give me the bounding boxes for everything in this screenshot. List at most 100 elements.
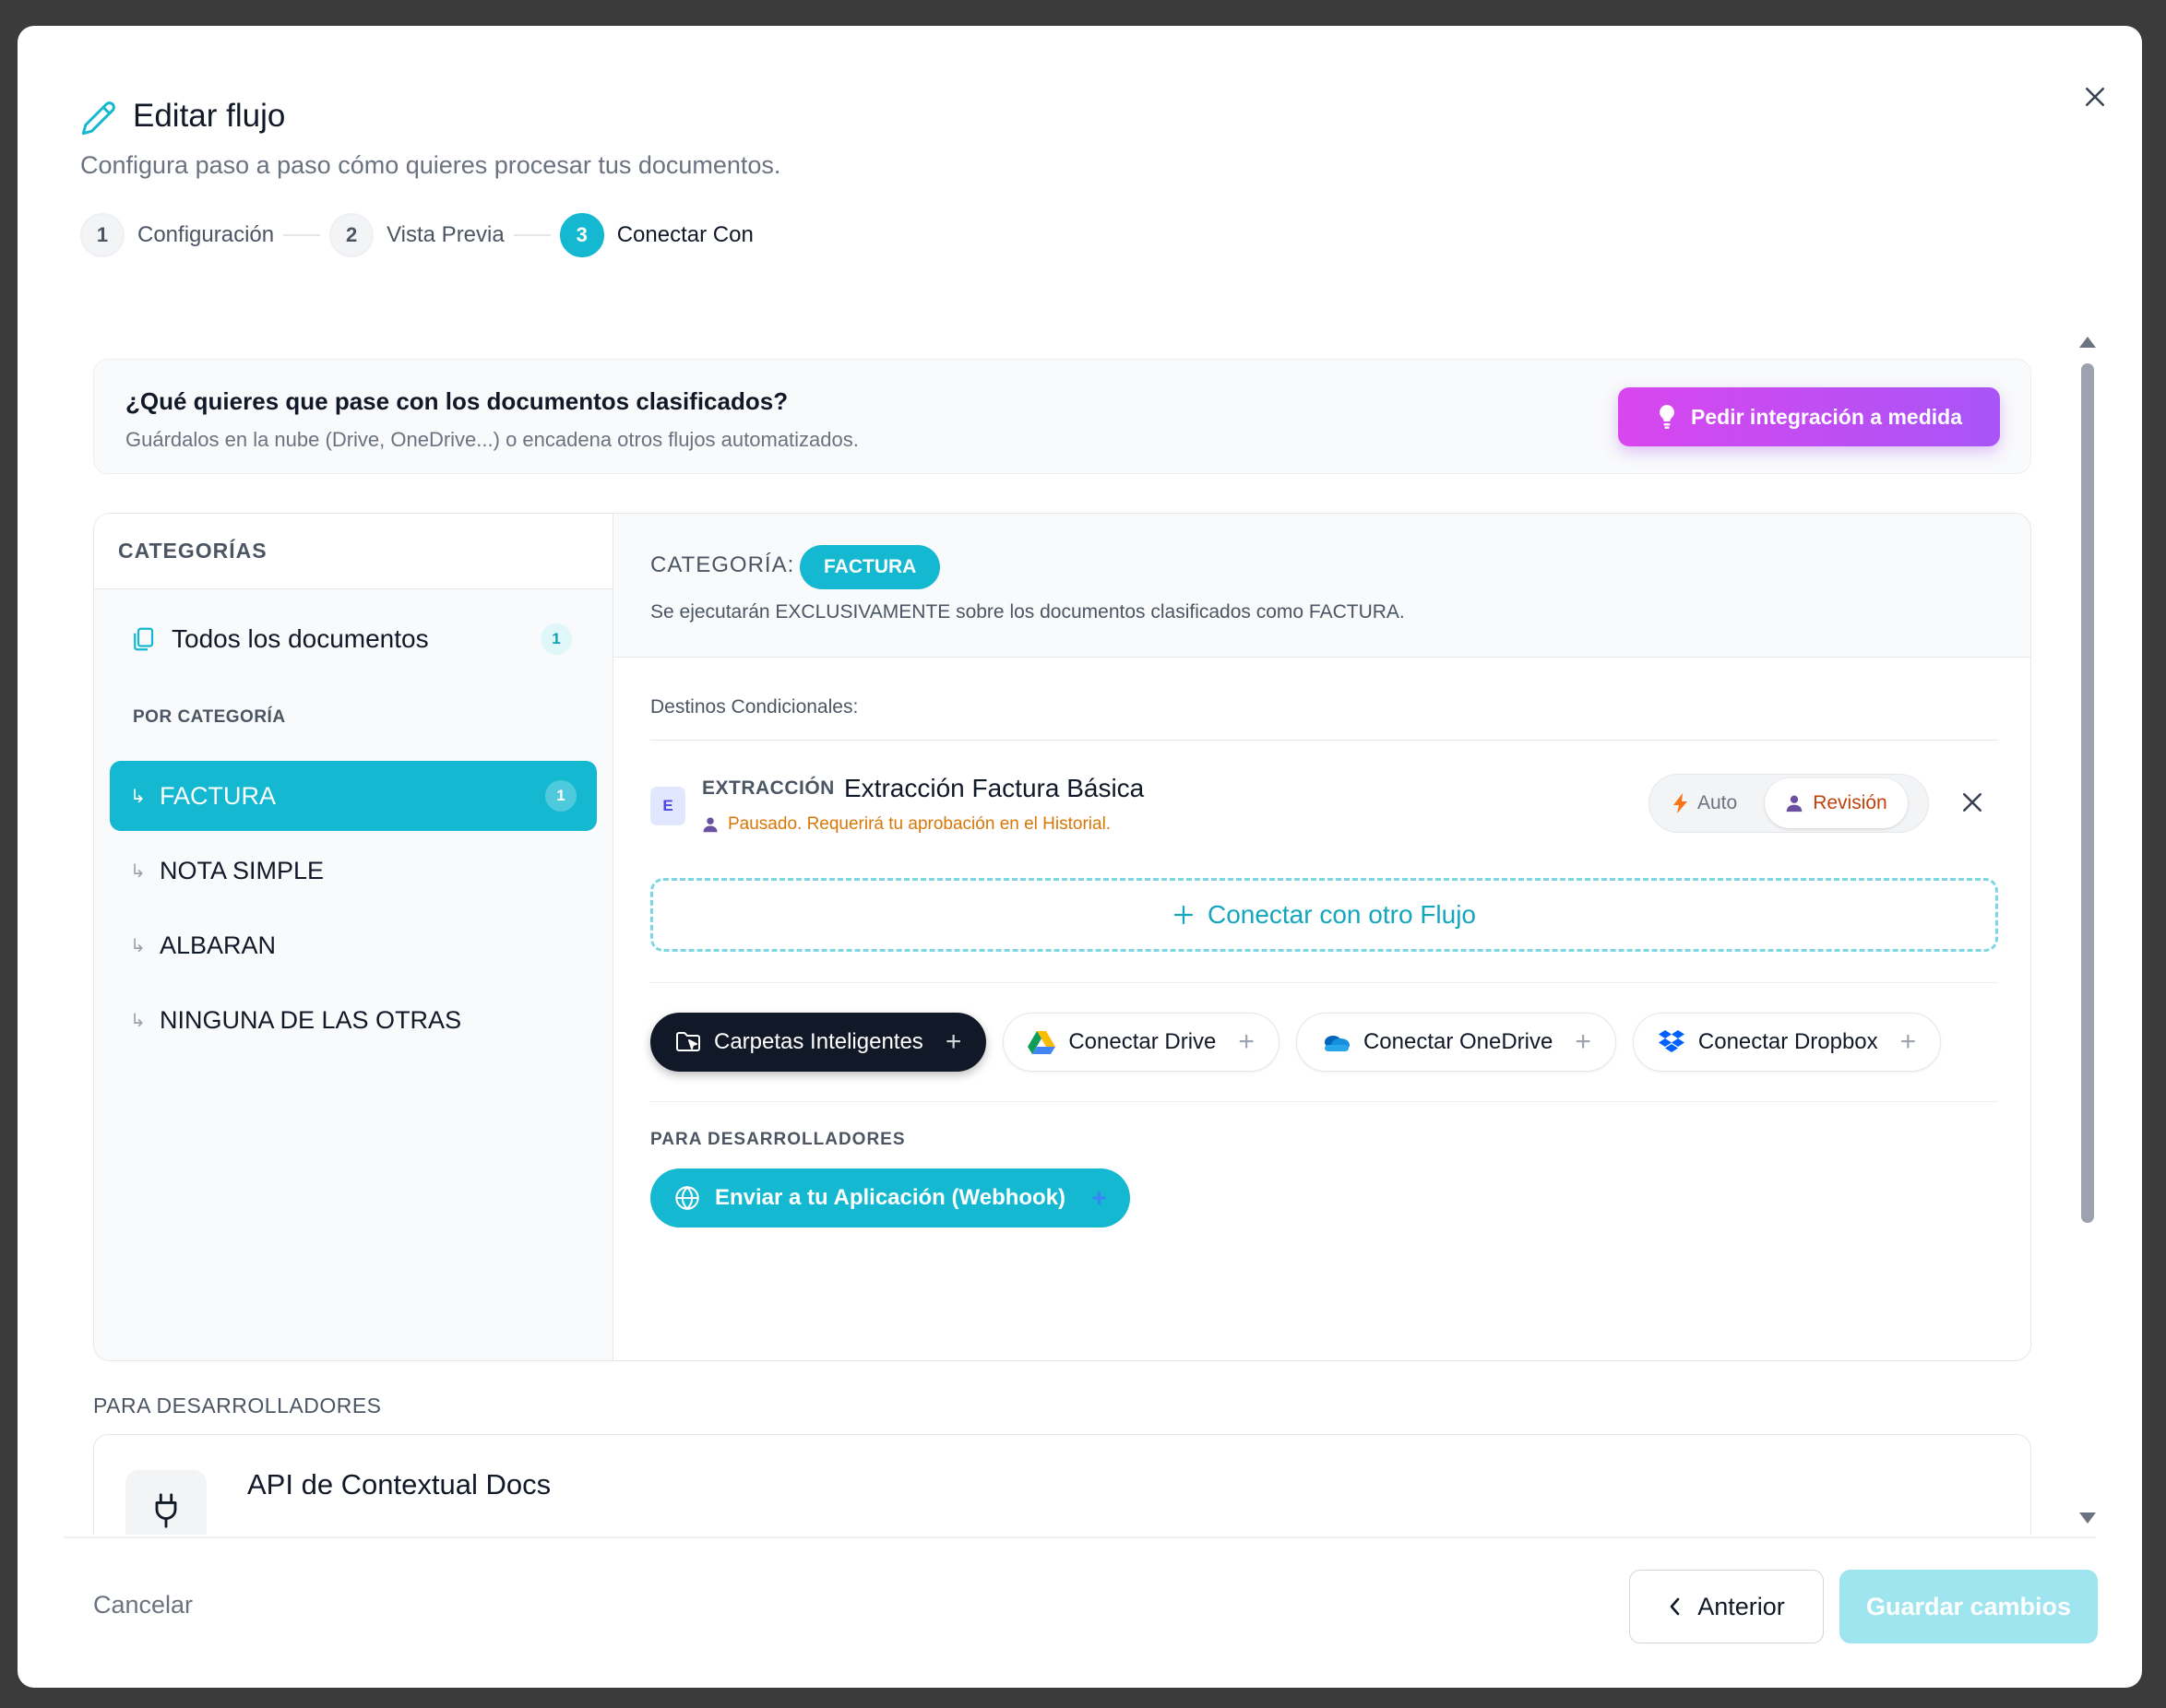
category-pill: FACTURA [800, 545, 941, 589]
step-connector [283, 234, 321, 236]
integrations-row: Carpetas Inteligentes + Conectar Drive + [650, 1013, 1942, 1072]
connect-onedrive-button[interactable]: Conectar OneDrive + [1295, 1013, 1616, 1072]
globe-icon [675, 1185, 699, 1211]
request-integration-label: Pedir integración a medida [1691, 404, 1962, 429]
user-icon [703, 817, 718, 833]
remove-flow-icon[interactable] [1958, 789, 1986, 816]
routing-panel: CATEGORÍAS Todos los documentos 1 POR CA… [93, 513, 2031, 1361]
categories-sidebar: CATEGORÍAS Todos los documentos 1 POR CA… [94, 514, 613, 1360]
sidebar-item-nota-simple[interactable]: ↳ NOTA SIMPLE [110, 836, 597, 906]
category-label: CATEGORÍA: [650, 552, 795, 577]
connect-drive-button[interactable]: Conectar Drive + [1003, 1013, 1279, 1072]
step-label: Conectar Con [616, 222, 754, 247]
step-number: 1 [80, 213, 125, 257]
banner-title: ¿Qué quieres que pase con los documentos… [125, 387, 789, 415]
step-label: Vista Previa [387, 222, 505, 247]
flow-status: Pausado. Requerirá tu aprobación en el H… [702, 814, 1111, 835]
subitem-arrow-icon: ↳ [130, 935, 146, 956]
mode-review-button[interactable]: Revisión [1765, 778, 1908, 828]
plug-icon [125, 1470, 207, 1535]
mode-review-label: Revisión [1813, 792, 1887, 813]
smart-folders-button[interactable]: Carpetas Inteligentes + [650, 1013, 987, 1072]
step-connector [513, 234, 551, 236]
scrollbar[interactable] [2079, 337, 2096, 1524]
previous-button[interactable]: Anterior [1629, 1570, 1824, 1643]
all-documents-label: Todos los documentos [172, 624, 429, 653]
chevron-left-icon [1670, 1597, 1680, 1616]
mode-auto-button[interactable]: Auto [1653, 778, 1757, 828]
flow-type-badge: E [650, 787, 685, 825]
connected-flow-row: E EXTRACCIÓN Extracción Factura Básica P… [650, 774, 1998, 840]
step-vista-previa[interactable]: 2 Vista Previa [329, 213, 505, 257]
connect-dropbox-button[interactable]: Conectar Dropbox + [1632, 1013, 1942, 1072]
subitem-arrow-icon: ↳ [130, 1010, 146, 1031]
all-documents-item[interactable]: Todos los documentos 1 [129, 615, 572, 663]
plus-icon: + [1091, 1183, 1107, 1212]
flow-status-text: Pausado. Requerirá tu aprobación en el H… [728, 814, 1112, 834]
sidebar-item-ninguna[interactable]: ↳ NINGUNA DE LAS OTRAS [110, 985, 597, 1055]
category-description: Se ejecutarán EXCLUSIVAMENTE sobre los d… [650, 601, 1405, 623]
scroll-down-icon[interactable] [2079, 1512, 2096, 1524]
lightning-icon [1673, 793, 1687, 813]
developers-label: PARA DESARROLLADORES [650, 1130, 906, 1149]
categories-heading: CATEGORÍAS [94, 514, 613, 589]
integration-label: Conectar Drive [1068, 1029, 1217, 1054]
api-card[interactable]: API de Contextual Docs [93, 1434, 2031, 1535]
plus-icon: + [1899, 1026, 1917, 1057]
google-drive-icon [1028, 1030, 1056, 1054]
pencil-icon [81, 101, 115, 136]
step-number: 3 [559, 213, 604, 257]
developers-heading: PARA DESARROLLADORES [93, 1394, 382, 1417]
close-icon[interactable] [2081, 83, 2109, 111]
integration-label: Carpetas Inteligentes [714, 1029, 923, 1054]
footer-divider [64, 1536, 2096, 1538]
edit-flow-modal: Editar flujo Configura paso a paso cómo … [18, 26, 2142, 1688]
count-badge: 1 [545, 780, 577, 812]
backdrop [0, 37, 18, 92]
divider [650, 740, 1998, 741]
onedrive-icon [1324, 1036, 1350, 1051]
lightbulb-icon [1660, 405, 1674, 429]
sidebar-item-albaran[interactable]: ↳ ALBARAN [110, 910, 597, 980]
step-label: Configuración [137, 222, 275, 247]
save-changes-button[interactable]: Guardar cambios [1839, 1570, 2098, 1643]
previous-label: Anterior [1697, 1592, 1785, 1620]
integration-label: Conectar OneDrive [1363, 1029, 1553, 1054]
api-title: API de Contextual Docs [247, 1468, 552, 1500]
scroll-content[interactable]: ¿Qué quieres que pase con los documentos… [18, 302, 2142, 1535]
connect-other-flow-button[interactable]: Conectar con otro Flujo [650, 878, 1998, 952]
scroll-thumb[interactable] [2081, 363, 2094, 1223]
integration-label: Conectar Dropbox [1697, 1029, 1878, 1054]
modal-title: Editar flujo [133, 98, 286, 134]
category-header: CATEGORÍA: FACTURA Se ejecutarán EXCLUSI… [613, 514, 2030, 658]
divider [650, 982, 1998, 983]
connect-other-flow-label: Conectar con otro Flujo [1207, 900, 1477, 929]
modal-subtitle: Configura paso a paso cómo quieres proce… [80, 151, 781, 179]
plus-icon: + [1238, 1026, 1255, 1057]
by-category-label: POR CATEGORÍA [133, 707, 286, 727]
cancel-button[interactable]: Cancelar [93, 1591, 193, 1619]
plus-icon: + [1575, 1026, 1591, 1057]
step-conectar-con[interactable]: 3 Conectar Con [559, 213, 754, 257]
banner-subtitle: Guárdalos en la nube (Drive, OneDrive...… [125, 428, 859, 451]
step-number: 2 [329, 213, 375, 257]
subitem-arrow-icon: ↳ [130, 786, 146, 807]
plus-icon: + [945, 1026, 962, 1057]
sidebar-item-factura[interactable]: ↳ FACTURA 1 [110, 761, 597, 831]
subitem-arrow-icon: ↳ [130, 860, 146, 882]
user-icon [1786, 795, 1803, 812]
divider [650, 1101, 1998, 1102]
category-label: NOTA SIMPLE [160, 856, 325, 884]
webhook-button[interactable]: Enviar a tu Aplicación (Webhook) + [650, 1168, 1131, 1228]
smart-folder-icon [676, 1032, 700, 1051]
scroll-up-icon[interactable] [2079, 337, 2096, 348]
request-integration-button[interactable]: Pedir integración a medida [1618, 387, 2000, 446]
info-banner: ¿Qué quieres que pase con los documentos… [93, 359, 2031, 474]
category-label: ALBARAN [160, 931, 277, 959]
flow-type: EXTRACCIÓN [702, 777, 835, 799]
stepper: 1 Configuración 2 Vista Previa 3 Conecta… [80, 212, 754, 258]
step-configuracion[interactable]: 1 Configuración [80, 213, 274, 257]
category-label: FACTURA [160, 781, 277, 810]
documents-icon [134, 627, 154, 651]
flow-name: Extracción Factura Básica [844, 774, 1145, 802]
